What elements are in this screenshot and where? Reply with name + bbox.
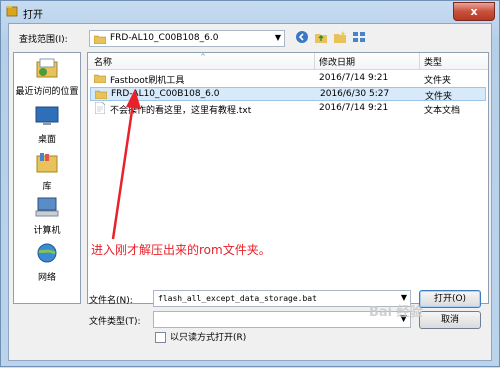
baidu-watermark: Bai 经验 xyxy=(369,305,423,320)
annotation-text: 进入刚才解压出来的rom文件夹。 xyxy=(91,243,271,257)
annotation-arrow xyxy=(111,89,141,240)
open-dialog: 打开 x 查找范围(I): FRD-AL10_C00B108_6.0 ▼ 最近访… xyxy=(0,0,500,367)
